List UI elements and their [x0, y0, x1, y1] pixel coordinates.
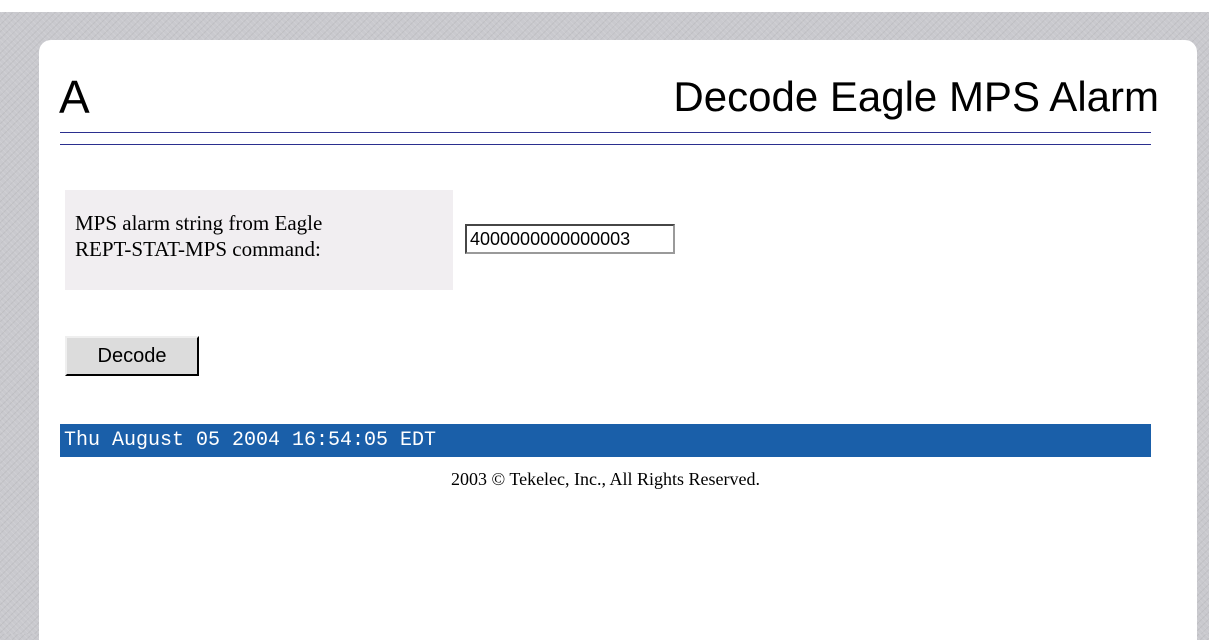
- header-divider-top: [60, 132, 1151, 133]
- alarm-form-row: MPS alarm string from Eagle REPT-STAT-MP…: [65, 190, 1143, 290]
- status-timestamp: Thu August 05 2004 16:54:05 EDT: [64, 429, 437, 452]
- copyright-notice: 2003 © Tekelec, Inc., All Rights Reserve…: [450, 469, 761, 489]
- alarm-string-label: MPS alarm string from Eagle REPT-STAT-MP…: [75, 211, 323, 261]
- content-panel: A Decode Eagle MPS Alarm MPS alarm strin…: [39, 40, 1197, 640]
- decode-button[interactable]: Decode: [65, 336, 199, 376]
- alarm-input-cell: [453, 190, 1143, 290]
- alarm-string-input[interactable]: [465, 224, 675, 254]
- status-bar: Thu August 05 2004 16:54:05 EDT: [60, 424, 1151, 457]
- window-top-band: [0, 0, 1209, 12]
- page-title: Decode Eagle MPS Alarm: [673, 73, 1159, 120]
- page-letter: A: [59, 71, 90, 123]
- header-divider-bottom: [60, 144, 1151, 145]
